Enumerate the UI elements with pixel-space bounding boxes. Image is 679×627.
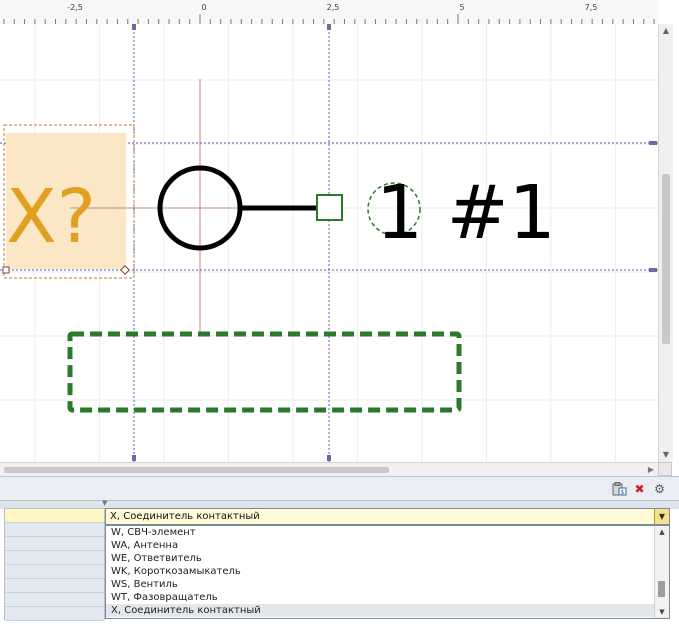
chevron-down-icon[interactable]: ▼	[654, 509, 669, 524]
settings-icon[interactable]: ⚙	[652, 482, 667, 496]
properties-toolbar: $ ✖ ⚙	[0, 476, 679, 501]
ruler-tick-label: -2,5	[67, 3, 83, 12]
property-row[interactable]	[5, 607, 104, 621]
guide-marker-right-bottom	[649, 268, 657, 272]
guide-marker-right-top	[649, 141, 657, 145]
vertical-scrollbar[interactable]: ▲ ▼	[658, 24, 673, 462]
dropdown-scroll-up-icon[interactable]: ▲	[655, 526, 669, 538]
designator-text[interactable]: X?	[6, 174, 96, 260]
sort-indicator-icon: ▼	[102, 499, 108, 507]
property-row-selected[interactable]	[5, 509, 104, 523]
property-row[interactable]	[5, 523, 104, 537]
property-row[interactable]	[5, 565, 104, 579]
dropdown-items: W, СВЧ-элемент WA, Антенна WE, Ответвитель…	[106, 526, 669, 617]
scroll-right-arrow-icon[interactable]: ▶	[644, 463, 658, 477]
guide-marker-bottom-right	[327, 455, 331, 461]
dropdown-scroll-down-icon[interactable]: ▼	[655, 606, 669, 618]
dropdown-option[interactable]: W, СВЧ-элемент	[106, 526, 669, 539]
designator-handle-left[interactable]	[2, 266, 10, 274]
ruler-tick-label: 7,5	[584, 3, 598, 12]
canvas-svg[interactable]: X? 1 #1	[0, 24, 658, 462]
property-names-column	[4, 508, 105, 621]
dropdown-option[interactable]: WA, Антенна	[106, 539, 669, 552]
drawing-canvas[interactable]: X? 1 #1	[0, 24, 658, 462]
ruler-tick-label: 5	[459, 3, 465, 12]
horizontal-scrollbar[interactable]: ▶	[0, 462, 658, 477]
type-select[interactable]: X, Соединитель контактный ▼	[105, 508, 670, 525]
scroll-down-arrow-icon[interactable]: ▼	[659, 448, 673, 462]
dropdown-option[interactable]: WE, Ответвитель	[106, 552, 669, 565]
guide-marker-top-right	[327, 24, 331, 30]
dropdown-option[interactable]: WK, Короткозамыкатель	[106, 565, 669, 578]
property-row[interactable]	[5, 537, 104, 551]
scrollbar-corner	[658, 462, 672, 476]
ruler-tick-label: 0	[201, 3, 207, 12]
property-row[interactable]	[5, 551, 104, 565]
dropdown-option[interactable]: WT, Фазовращатель	[106, 591, 669, 604]
dropdown-option[interactable]: X, Соединитель контактный	[106, 604, 669, 617]
guide-marker-bottom-left	[132, 455, 136, 461]
guide-marker-top-left	[132, 24, 136, 30]
dropdown-scrollbar[interactable]: ▲ ▼	[654, 526, 669, 618]
pin-connection-point[interactable]	[316, 194, 343, 221]
horizontal-ruler: -7,5-5-2,502,557,51012,51517,5	[0, 0, 658, 25]
property-row[interactable]	[5, 593, 104, 607]
type-dropdown-list[interactable]: W, СВЧ-элемент WA, Антенна WE, Ответвитель…	[105, 525, 670, 619]
ruler-tick-label: 2,5	[326, 3, 340, 12]
property-row[interactable]	[5, 579, 104, 593]
delete-icon[interactable]: ✖	[632, 482, 647, 496]
vertical-scroll-thumb[interactable]	[662, 174, 670, 344]
type-select-value: X, Соединитель контактный	[110, 511, 260, 522]
horizontal-scroll-thumb[interactable]	[4, 467, 389, 473]
dropdown-scroll-thumb[interactable]	[658, 581, 665, 597]
paste-icon[interactable]: $	[612, 482, 627, 496]
pin-label-text[interactable]: 1 #1	[376, 170, 556, 256]
svg-text:$: $	[621, 489, 625, 496]
attribute-dashed-box[interactable]	[67, 331, 462, 413]
scroll-up-arrow-icon[interactable]: ▲	[659, 24, 673, 38]
dropdown-option[interactable]: WS, Вентиль	[106, 578, 669, 591]
